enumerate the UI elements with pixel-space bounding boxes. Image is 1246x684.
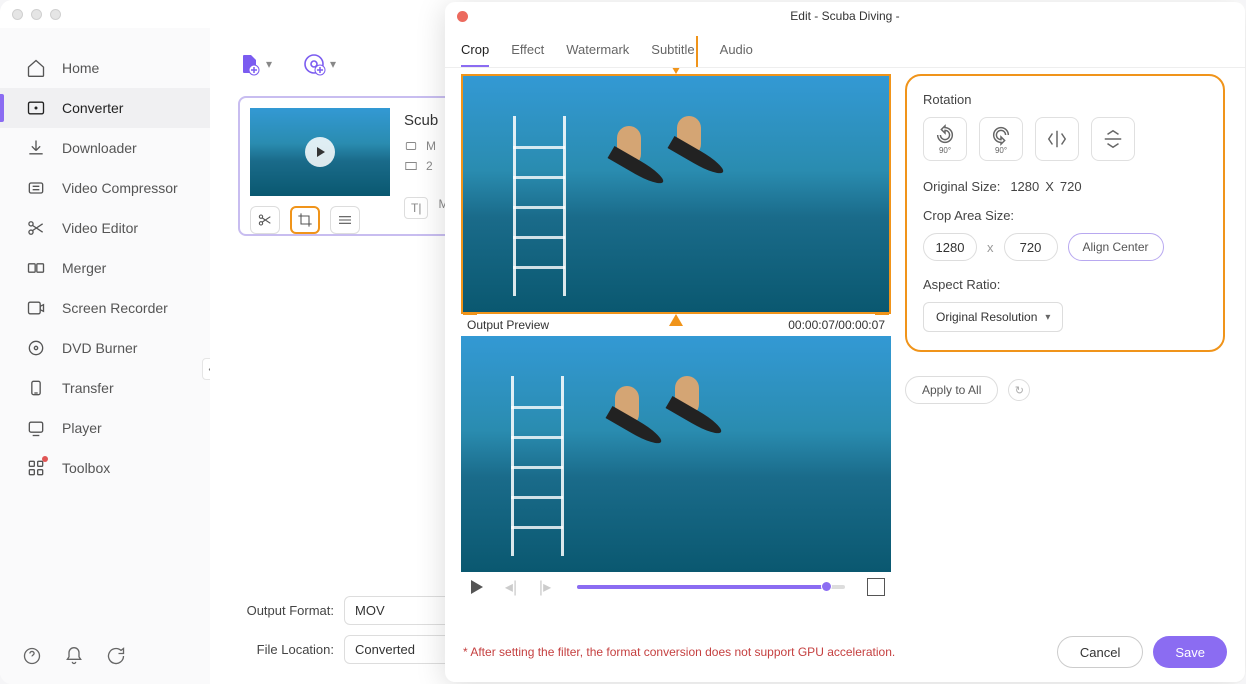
play-controls: ◂| |▸ bbox=[461, 572, 891, 602]
original-height: 720 bbox=[1060, 179, 1082, 194]
cut-tool-button[interactable] bbox=[250, 206, 280, 234]
modal-title: Edit - Scuba Diving - bbox=[790, 9, 899, 23]
output-preview bbox=[461, 336, 891, 572]
edit-modal: Edit - Scuba Diving - Crop Effect Waterm… bbox=[445, 2, 1245, 682]
sidebar-item-label: Transfer bbox=[62, 380, 114, 396]
sidebar-item-label: Converter bbox=[62, 100, 123, 116]
add-file-button[interactable]: ▾ bbox=[238, 52, 272, 76]
crop-width-input[interactable] bbox=[923, 233, 977, 261]
sidebar-item-label: Screen Recorder bbox=[62, 300, 168, 316]
feedback-icon[interactable] bbox=[106, 646, 126, 666]
sidebar-item-label: Player bbox=[62, 420, 102, 436]
crop-controls-panel: Rotation 90° 90° Original Size: 1280 X 7… bbox=[905, 74, 1225, 352]
gpu-warning: * After setting the filter, the format c… bbox=[463, 645, 1047, 659]
disc-icon bbox=[26, 338, 46, 358]
controls-column: Rotation 90° 90° Original Size: 1280 X 7… bbox=[905, 74, 1225, 626]
sidebar-item-toolbox[interactable]: Toolbox bbox=[0, 448, 210, 488]
file-thumbnail[interactable] bbox=[250, 108, 390, 196]
sidebar-item-compressor[interactable]: Video Compressor bbox=[0, 168, 210, 208]
sidebar-item-label: Downloader bbox=[62, 140, 137, 156]
tab-audio[interactable]: Audio bbox=[720, 36, 753, 67]
crop-tool-button[interactable] bbox=[290, 206, 320, 234]
help-icon[interactable] bbox=[22, 646, 42, 666]
arrow-down-icon bbox=[669, 68, 683, 74]
play-button[interactable] bbox=[467, 577, 487, 597]
transfer-icon bbox=[26, 378, 46, 398]
fullscreen-icon[interactable] bbox=[867, 578, 885, 596]
aspect-ratio-label: Aspect Ratio: bbox=[923, 277, 1207, 292]
output-preview-label: Output Preview bbox=[467, 318, 549, 332]
crop-preview[interactable] bbox=[461, 74, 891, 314]
modal-titlebar: Edit - Scuba Diving - bbox=[445, 2, 1245, 30]
tab-watermark[interactable]: Watermark bbox=[566, 36, 629, 67]
rotate-right-button[interactable]: 90° bbox=[979, 117, 1023, 161]
sidebar-item-merger[interactable]: Merger bbox=[0, 248, 210, 288]
tab-subtitle[interactable]: Subtitle bbox=[651, 36, 697, 67]
time-display: 00:00:07/00:00:07 bbox=[788, 318, 885, 332]
maximize-icon[interactable] bbox=[50, 9, 61, 20]
home-icon bbox=[26, 58, 46, 78]
bell-icon[interactable] bbox=[64, 646, 84, 666]
preview-column: Output Preview 00:00:07/00:00:07 ◂| |▸ bbox=[461, 74, 891, 626]
play-icon bbox=[305, 137, 335, 167]
sidebar-item-converter[interactable]: Converter bbox=[0, 88, 210, 128]
progress-slider[interactable] bbox=[577, 585, 845, 589]
modal-footer: * After setting the filter, the format c… bbox=[445, 626, 1245, 682]
text-tool-button[interactable]: T| bbox=[404, 197, 428, 219]
tab-effect[interactable]: Effect bbox=[511, 36, 544, 67]
player-icon bbox=[26, 418, 46, 438]
close-icon[interactable] bbox=[457, 11, 468, 22]
original-width: 1280 bbox=[1010, 179, 1039, 194]
aspect-ratio-select[interactable]: Original Resolution bbox=[923, 302, 1063, 332]
sidebar-item-transfer[interactable]: Transfer bbox=[0, 368, 210, 408]
next-frame-button[interactable]: |▸ bbox=[535, 577, 555, 597]
minimize-icon[interactable] bbox=[31, 9, 42, 20]
sidebar-item-label: Toolbox bbox=[62, 460, 110, 476]
apply-to-all-button[interactable]: Apply to All bbox=[905, 376, 998, 404]
adjust-tool-button[interactable] bbox=[330, 206, 360, 234]
main-window: Home Converter Downloader Video Compress… bbox=[0, 0, 1246, 684]
align-center-button[interactable]: Align Center bbox=[1068, 233, 1164, 261]
original-size-label: Original Size: bbox=[923, 179, 1000, 194]
sidebar-item-recorder[interactable]: Screen Recorder bbox=[0, 288, 210, 328]
sidebar: Home Converter Downloader Video Compress… bbox=[0, 28, 210, 684]
sidebar-item-label: Home bbox=[62, 60, 99, 76]
download-icon bbox=[26, 138, 46, 158]
sidebar-item-label: DVD Burner bbox=[62, 340, 137, 356]
toolbox-icon bbox=[26, 458, 46, 478]
file-location-label: File Location: bbox=[238, 642, 334, 657]
sidebar-item-editor[interactable]: Video Editor bbox=[0, 208, 210, 248]
converter-icon bbox=[26, 98, 46, 118]
add-disc-button[interactable]: ▾ bbox=[302, 52, 336, 76]
flip-vertical-button[interactable] bbox=[1091, 117, 1135, 161]
prev-frame-button[interactable]: ◂| bbox=[501, 577, 521, 597]
compress-icon bbox=[26, 178, 46, 198]
sidebar-item-dvd[interactable]: DVD Burner bbox=[0, 328, 210, 368]
sidebar-item-downloader[interactable]: Downloader bbox=[0, 128, 210, 168]
sidebar-item-label: Video Compressor bbox=[62, 180, 178, 196]
rotation-label: Rotation bbox=[923, 92, 1207, 107]
modal-tabs: Crop Effect Watermark Subtitle Audio bbox=[445, 30, 1245, 68]
sidebar-item-label: Video Editor bbox=[62, 220, 138, 236]
sidebar-item-label: Merger bbox=[62, 260, 106, 276]
merge-icon bbox=[26, 258, 46, 278]
arrow-up-icon bbox=[669, 314, 683, 326]
close-icon[interactable] bbox=[12, 9, 23, 20]
scissors-icon bbox=[26, 218, 46, 238]
sidebar-item-home[interactable]: Home bbox=[0, 48, 210, 88]
save-button[interactable]: Save bbox=[1153, 636, 1227, 668]
crop-height-input[interactable] bbox=[1004, 233, 1058, 261]
rotate-left-button[interactable]: 90° bbox=[923, 117, 967, 161]
crop-size-label: Crop Area Size: bbox=[923, 208, 1207, 223]
sidebar-footer bbox=[22, 646, 126, 666]
recorder-icon bbox=[26, 298, 46, 318]
flip-horizontal-button[interactable] bbox=[1035, 117, 1079, 161]
reset-button[interactable]: ↻ bbox=[1008, 379, 1030, 401]
output-format-label: Output Format: bbox=[238, 603, 334, 618]
cancel-button[interactable]: Cancel bbox=[1057, 636, 1143, 668]
sidebar-item-player[interactable]: Player bbox=[0, 408, 210, 448]
tab-crop[interactable]: Crop bbox=[461, 36, 489, 67]
